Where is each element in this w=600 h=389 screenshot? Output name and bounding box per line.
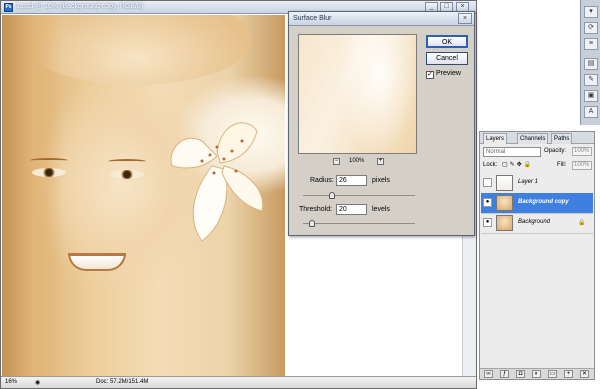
cancel-button[interactable]: Cancel — [426, 52, 468, 65]
tab-paths[interactable]: Paths — [551, 133, 573, 144]
delete-layer-icon[interactable]: ✕ — [580, 370, 589, 378]
layer-thumbnail — [496, 215, 513, 231]
layers-panel: Layers Channels Paths Normal Opacity: 10… — [479, 131, 595, 380]
tool-strip: ▾ ⟳ ≡ ▤ ✎ ▣ A — [580, 0, 600, 125]
group-icon[interactable]: ▭ — [548, 370, 557, 378]
layer-row[interactable]: ● Background 🔒 — [481, 213, 593, 234]
radius-label: Radius: — [310, 177, 334, 184]
fill-label: Fill: — [557, 162, 567, 168]
surface-blur-dialog: Surface Blur × − 100% + OK Cancel ✓ Previ… — [288, 11, 475, 236]
visibility-eye-icon[interactable] — [483, 178, 492, 187]
mask-icon[interactable]: ◘ — [516, 370, 525, 378]
tool-icon-1[interactable]: ▾ — [584, 6, 598, 18]
tool-icon-7[interactable]: A — [584, 106, 598, 118]
layer-row[interactable]: ● Background copy — [481, 193, 593, 214]
preview-label: Preview — [436, 70, 461, 77]
fill-field[interactable]: 100% — [572, 161, 592, 170]
tool-icon-4[interactable]: ▤ — [584, 58, 598, 70]
tool-icon-5[interactable]: ✎ — [584, 74, 598, 86]
status-bar: 16% ◉ Doc: 57.2M/151.4M — [1, 376, 476, 388]
layer-name[interactable]: Background copy — [518, 199, 569, 205]
lock-icons[interactable]: ▢✎✥🔒 — [502, 161, 533, 168]
layer-row[interactable]: Layer 1 — [481, 173, 593, 194]
photoshop-icon: Ps — [4, 3, 13, 12]
radius-slider-thumb[interactable] — [329, 192, 336, 199]
lily-flower-image — [170, 122, 264, 242]
preview-checkbox[interactable]: ✓ — [426, 71, 434, 79]
status-doc-size: Doc: 57.2M/151.4M — [96, 379, 149, 385]
layer-thumbnail — [496, 175, 513, 191]
tool-icon-3[interactable]: ≡ — [584, 38, 598, 50]
layer-name[interactable]: Background — [518, 219, 550, 225]
layer-name[interactable]: Layer 1 — [518, 179, 538, 185]
close-icon[interactable]: × — [458, 13, 472, 24]
zoom-in-button[interactable]: + — [377, 158, 384, 165]
blend-mode-select[interactable]: Normal — [483, 147, 541, 157]
tool-icon-6[interactable]: ▣ — [584, 90, 598, 102]
threshold-unit: levels — [372, 206, 390, 213]
lock-label: Lock: — [483, 162, 498, 168]
fx-icon[interactable]: ƒ — [500, 370, 509, 378]
threshold-slider[interactable] — [303, 223, 415, 224]
opacity-label: Opacity: — [544, 148, 567, 154]
status-info-icon[interactable]: ◉ — [35, 379, 40, 386]
threshold-field[interactable]: 20 — [336, 204, 367, 215]
visibility-eye-icon[interactable]: ● — [483, 218, 492, 227]
threshold-slider-thumb[interactable] — [308, 220, 315, 227]
visibility-eye-icon[interactable]: ● — [483, 198, 492, 207]
link-layers-icon[interactable]: ∞ — [484, 370, 493, 378]
preview-checkbox-row[interactable]: ✓ Preview — [426, 70, 461, 79]
preview-area[interactable] — [298, 34, 417, 154]
opacity-field[interactable]: 100% — [572, 147, 592, 156]
status-zoom: 16% — [5, 379, 18, 385]
lock-icon: 🔒 — [578, 220, 586, 226]
adjustment-icon[interactable]: ◐ — [532, 370, 541, 378]
dialog-title: Surface Blur — [293, 15, 332, 22]
radius-slider[interactable] — [303, 195, 415, 196]
layers-bottom-bar: ∞ ƒ ◘ ◐ ▭ + ✕ — [480, 368, 594, 379]
panel-tabs: Layers Channels Paths — [480, 132, 594, 144]
dialog-title-bar[interactable]: Surface Blur × — [289, 12, 474, 26]
layer-thumbnail — [496, 195, 513, 211]
radius-unit: pixels — [372, 177, 390, 184]
radius-field[interactable]: 26 — [336, 175, 367, 186]
portrait-image — [2, 15, 285, 377]
new-layer-icon[interactable]: + — [564, 370, 573, 378]
tab-layers[interactable]: Layers — [483, 133, 508, 144]
tab-channels[interactable]: Channels — [517, 133, 549, 144]
zoom-out-button[interactable]: − — [333, 158, 340, 165]
tool-icon-2[interactable]: ⟳ — [584, 22, 598, 34]
document-title: 1.psd @ 16% (Background copy, RGB/8) — [16, 3, 144, 10]
zoom-level: 100% — [349, 158, 365, 164]
ok-button[interactable]: OK — [426, 35, 468, 48]
threshold-label: Threshold: — [299, 206, 333, 213]
